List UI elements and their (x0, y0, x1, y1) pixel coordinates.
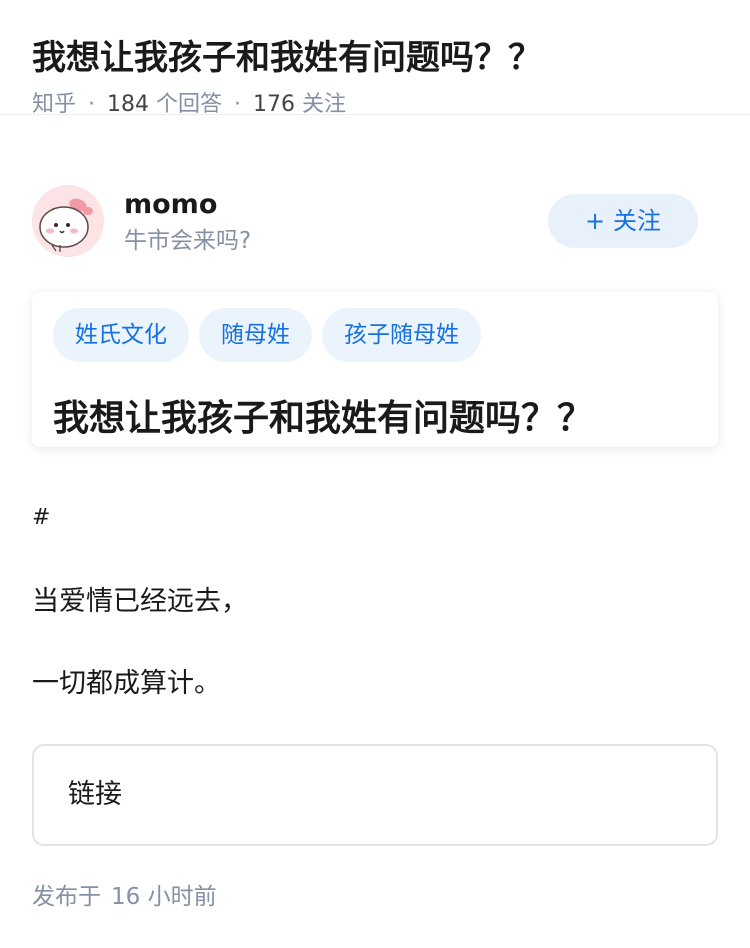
answer-content: # 当爱情已经远去， 一切都成算计。 (32, 498, 718, 704)
source-label[interactable]: 知乎 (32, 92, 76, 117)
question-card[interactable]: 姓氏文化 随母姓 孩子随母姓 我想让我孩子和我姓有问题吗？？ (32, 292, 718, 447)
topic-tags: 姓氏文化 随母姓 孩子随母姓 (53, 308, 481, 362)
topic-tag[interactable]: 随母姓 (199, 308, 312, 362)
author-bio: 牛市会来吗? (124, 228, 252, 254)
topic-tag[interactable]: 姓氏文化 (53, 308, 189, 362)
followers-label: 关注 (302, 92, 347, 117)
content-line: 一切都成算计。 (32, 668, 221, 699)
author-name[interactable]: momo (124, 187, 217, 223)
follow-button-label: 关注 (613, 207, 662, 235)
cute-bunny-avatar-icon (32, 185, 104, 257)
content-line: 当爱情已经远去， (32, 586, 248, 617)
answers-label[interactable]: 个回答 (156, 92, 222, 117)
published-unit: 小时前 (147, 884, 217, 910)
content-heading: # (32, 505, 51, 530)
link-card[interactable]: 链接 (32, 744, 718, 846)
card-title[interactable]: 我想让我孩子和我姓有问题吗？？ (53, 396, 593, 442)
publish-info: 发布于 16 小时前 (32, 880, 217, 914)
meta-separator: · (88, 92, 96, 117)
question-meta: 知乎 · 184 个回答 · 176 关注 (32, 90, 718, 120)
avatar[interactable] (32, 185, 104, 257)
plus-icon: + (584, 207, 606, 235)
author-row: momo 牛市会来吗? + 关注 (32, 185, 718, 259)
meta-separator: · (234, 92, 242, 117)
follow-button[interactable]: + 关注 (548, 194, 698, 248)
link-label: 链接 (68, 779, 122, 810)
question-title[interactable]: 我想让我孩子和我姓有问题吗？？ (32, 36, 718, 80)
published-label: 发布于 (32, 884, 101, 910)
question-header: 我想让我孩子和我姓有问题吗？？ 知乎 · 184 个回答 · 176 关注 (0, 0, 750, 117)
published-num: 16 (111, 884, 141, 910)
answers-count: 184 (107, 92, 150, 117)
followers-count: 176 (253, 92, 296, 117)
topic-tag[interactable]: 孩子随母姓 (322, 308, 481, 362)
